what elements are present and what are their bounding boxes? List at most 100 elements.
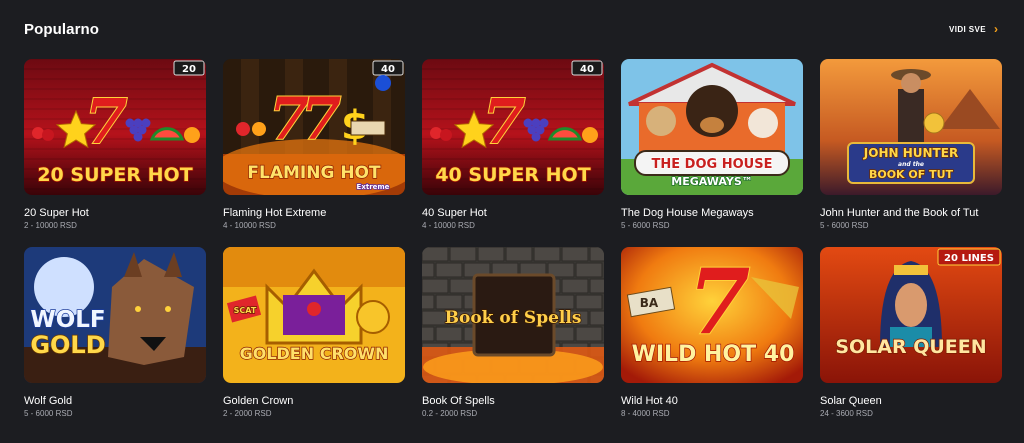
game-bet-range: 4 - 10000 RSD <box>422 221 475 230</box>
game-card[interactable]: 7 20 SUPER HOT 20 20 Super Hot 2 - 10000 RSD <box>24 59 206 247</box>
seven-symbol: 7 <box>688 249 751 355</box>
game-logo-subtext: Extreme <box>357 183 390 191</box>
game-thumbnail[interactable]: SCAT GOLDEN CROWN <box>223 247 405 383</box>
game-card[interactable]: JOHN HUNTER and the BOOK OF TUT John Hunter… <box>820 59 1002 247</box>
game-card[interactable]: BA 7 WILD HOT 40 Wild Hot 40 8 - 4000 RSD <box>621 247 803 435</box>
game-artwork: SCAT GOLDEN CROWN <box>223 247 405 383</box>
game-logo-text: WILD HOT 40 <box>632 342 795 367</box>
badge-text: 20 LINES <box>944 253 994 264</box>
see-all-link[interactable]: VIDI SVE › <box>949 23 998 35</box>
game-logo-subtext: GOLD <box>30 331 105 359</box>
game-name[interactable]: Flaming Hot Extreme <box>223 207 405 220</box>
lines-badge: 20 LINES <box>937 248 1001 266</box>
bar-label: BA <box>640 296 659 310</box>
game-logo-text: SOLAR QUEEN <box>835 336 986 358</box>
game-logo-text: GOLDEN CROWN <box>240 344 389 363</box>
see-all-label: VIDI SVE <box>949 24 986 34</box>
game-name[interactable]: Wolf Gold <box>24 395 206 408</box>
game-artwork: THE DOG HOUSE MEGAWAYS™ <box>621 59 803 195</box>
game-logo-text: JOHN HUNTER <box>863 146 958 160</box>
section-header: Popularno VIDI SVE › <box>24 18 998 40</box>
game-artwork: BA 7WILD HOT 40 <box>621 247 803 383</box>
badge-number: 40 <box>381 64 395 75</box>
game-name[interactable]: Book Of Spells <box>422 395 604 408</box>
game-bet-range: 5 - 6000 RSD <box>820 221 869 230</box>
game-artwork: Book of Spells <box>422 247 604 383</box>
beagle-dog <box>748 108 778 138</box>
cherry-symbol <box>430 127 442 139</box>
game-logo-subtext: MEGAWAYS™ <box>671 175 753 188</box>
grape-symbol <box>531 132 541 142</box>
game-logo-text: 20 SUPER HOT <box>37 164 192 186</box>
badge-number: 20 <box>182 64 196 75</box>
game-bet-range: 0.2 - 2000 RSD <box>422 409 478 418</box>
game-bet-range: 5 - 6000 RSD <box>24 409 73 418</box>
orange-symbol <box>582 127 598 143</box>
game-thumbnail[interactable]: THE DOG HOUSE MEGAWAYS™ <box>621 59 803 195</box>
game-thumbnail[interactable]: BA 7 WILD HOT 40 <box>621 247 803 383</box>
chevron-right-icon: › <box>994 22 998 36</box>
game-logo-text: 40 SUPER HOT <box>435 164 590 186</box>
seven-symbol: 7 <box>301 85 341 153</box>
game-logo-text: Book of Spells <box>445 308 582 328</box>
game-logo-text: THE DOG HOUSE <box>652 157 773 172</box>
game-card[interactable]: WOLF GOLD Wolf Gold 5 - 6000 RSD <box>24 247 206 435</box>
game-thumbnail[interactable]: 20 LINES SOLAR QUEEN <box>820 247 1002 383</box>
game-name[interactable]: 40 Super Hot <box>422 207 604 220</box>
game-card[interactable]: 20 LINES SOLAR QUEEN Solar Queen 24 - 3600 … <box>820 247 1002 435</box>
cherry-symbol <box>32 127 44 139</box>
cherry-symbol <box>42 129 54 141</box>
game-name[interactable]: The Dog House Megaways <box>621 207 803 220</box>
game-thumbnail[interactable]: JOHN HUNTER and the BOOK OF TUT <box>820 59 1002 195</box>
grape-symbol <box>133 132 143 142</box>
cherry-symbol <box>236 122 250 136</box>
game-logo-midtext: and the <box>898 161 924 168</box>
free-spins-icon <box>375 75 391 91</box>
explorer-figure <box>898 89 924 149</box>
lines-badge: 40 <box>372 60 404 76</box>
bell-symbol <box>356 300 390 334</box>
game-artwork: 7 40 SUPER HOT 40 <box>422 59 604 195</box>
game-card[interactable]: 77$FLAMING HOTExtreme40Flaming Hot Extre… <box>223 59 405 247</box>
seven-symbol: 7 <box>482 85 525 158</box>
lines-badge: 40 <box>571 60 603 76</box>
seven-symbol: 7 <box>84 85 127 158</box>
pug-dog <box>646 106 676 136</box>
game-artwork: 77$FLAMING HOTExtreme40 <box>223 59 405 195</box>
game-grid: 7 20 SUPER HOT 20 20 Super Hot 2 - 10000 RSD… <box>24 59 1002 435</box>
game-artwork: JOHN HUNTERand theBOOK OF TUT <box>820 59 1002 195</box>
game-thumbnail[interactable]: WOLF GOLD <box>24 247 206 383</box>
game-thumbnail[interactable]: 7 40 SUPER HOT 40 <box>422 59 604 195</box>
orange-symbol <box>252 122 266 136</box>
section-title: Popularno <box>24 20 100 38</box>
game-thumbnail[interactable]: 77$FLAMING HOTExtreme40 <box>223 59 405 195</box>
game-card[interactable]: SCAT GOLDEN CROWN Golden Crown 2 - 2000 RSD <box>223 247 405 435</box>
game-card[interactable]: 7 40 SUPER HOT 40 40 Super Hot 4 - 10000 RSD <box>422 59 604 247</box>
game-bet-range: 2 - 10000 RSD <box>24 221 77 230</box>
game-bet-range: 2 - 2000 RSD <box>223 409 272 418</box>
game-name[interactable]: John Hunter and the Book of Tut <box>820 207 1002 220</box>
bar-symbol <box>350 120 386 136</box>
game-logo-text: WOLF <box>30 307 105 333</box>
game-artwork: 20 LINES SOLAR QUEEN <box>820 247 1002 383</box>
queen-face <box>895 283 927 327</box>
game-name[interactable]: Wild Hot 40 <box>621 395 803 408</box>
game-name[interactable]: Solar Queen <box>820 395 1002 408</box>
game-bet-range: 24 - 3600 RSD <box>820 409 873 418</box>
game-card[interactable]: Book of Spells Book Of Spells 0.2 - 2000 R… <box>422 247 604 435</box>
game-thumbnail[interactable]: 7 20 SUPER HOT 20 <box>24 59 206 195</box>
game-name[interactable]: 20 Super Hot <box>24 207 206 220</box>
game-logo-text: FLAMING HOT <box>247 163 381 183</box>
game-bet-range: 4 - 10000 RSD <box>223 221 276 230</box>
game-name[interactable]: Golden Crown <box>223 395 405 408</box>
badge-number: 40 <box>580 64 594 75</box>
lines-badge: 20 <box>173 60 205 76</box>
game-card[interactable]: THE DOG HOUSE MEGAWAYS™ The Dog House Mega… <box>621 59 803 247</box>
game-artwork: 7 20 SUPER HOT 20 <box>24 59 206 195</box>
game-bet-range: 8 - 4000 RSD <box>621 409 670 418</box>
game-artwork: WOLFGOLD <box>24 247 206 383</box>
game-bet-range: 5 - 6000 RSD <box>621 221 670 230</box>
game-thumbnail[interactable]: Book of Spells <box>422 247 604 383</box>
orange-symbol <box>184 127 200 143</box>
game-logo-subtext: BOOK OF TUT <box>869 168 954 181</box>
